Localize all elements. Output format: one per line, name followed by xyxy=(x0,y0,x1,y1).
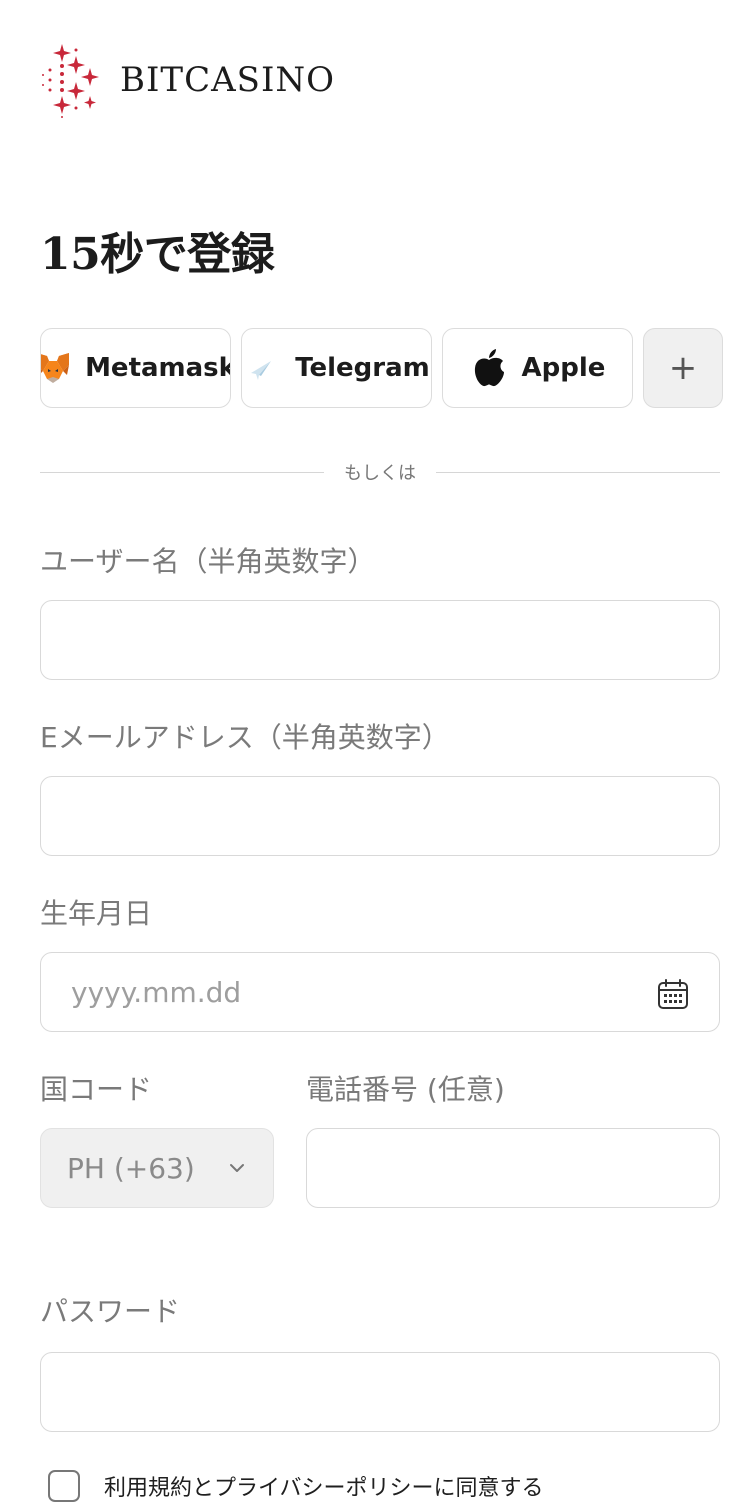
bitcasino-logo-icon xyxy=(42,44,99,118)
telegram-label: Telegram xyxy=(295,353,430,383)
country-code-select[interactable]: PH (+63) xyxy=(40,1128,274,1208)
page-title: 15秒で登録 xyxy=(40,229,275,280)
calendar-icon[interactable] xyxy=(657,978,689,1010)
telegram-plane-icon xyxy=(243,349,281,387)
divider-line-right xyxy=(436,471,720,473)
email-label: Eメールアドレス（半角英数字） xyxy=(40,721,450,754)
apple-label: Apple xyxy=(521,353,606,383)
telegram-login-button[interactable]: Telegram xyxy=(241,328,432,408)
chevron-down-icon xyxy=(230,1164,244,1172)
plus-icon: + xyxy=(668,348,698,388)
terms-agreement-text[interactable]: 利用規約とプライバシーポリシーに同意する xyxy=(104,1470,544,1502)
username-label: ユーザー名（半角英数字） xyxy=(40,545,376,578)
birthdate-label: 生年月日 xyxy=(40,897,153,930)
metamask-fox-icon xyxy=(41,349,71,387)
divider-text: もしくは xyxy=(344,463,416,484)
password-label: パスワード xyxy=(40,1295,181,1328)
phone-label: 電話番号 (任意) xyxy=(306,1073,505,1106)
metamask-login-button[interactable]: Metamask xyxy=(40,328,231,408)
brand-name: BITCASINO xyxy=(120,60,336,100)
phone-field xyxy=(306,1128,720,1208)
password-field xyxy=(40,1352,720,1432)
username-input[interactable] xyxy=(41,601,719,679)
email-input[interactable] xyxy=(41,777,719,855)
divider-line-left xyxy=(40,471,324,473)
email-field xyxy=(40,776,720,856)
more-login-options-button[interactable]: + xyxy=(643,328,723,408)
country-code-value: PH (+63) xyxy=(67,1151,195,1185)
username-field xyxy=(40,600,720,680)
or-divider: もしくは xyxy=(40,460,720,484)
phone-input[interactable] xyxy=(307,1129,719,1207)
social-login-row: Metamask Telegram Apple + xyxy=(40,328,723,408)
brand-logo[interactable]: BITCASINO xyxy=(40,42,335,118)
apple-logo-icon xyxy=(470,349,508,387)
birthdate-field xyxy=(40,952,720,1032)
country-code-label: 国コード xyxy=(40,1073,153,1106)
terms-checkbox[interactable] xyxy=(48,1470,80,1502)
metamask-label: Metamask xyxy=(85,353,231,383)
apple-login-button[interactable]: Apple xyxy=(442,328,633,408)
birthdate-input[interactable] xyxy=(41,953,719,1031)
terms-agreement: 利用規約とプライバシーポリシーに同意する xyxy=(48,1470,544,1502)
password-input[interactable] xyxy=(41,1353,719,1431)
